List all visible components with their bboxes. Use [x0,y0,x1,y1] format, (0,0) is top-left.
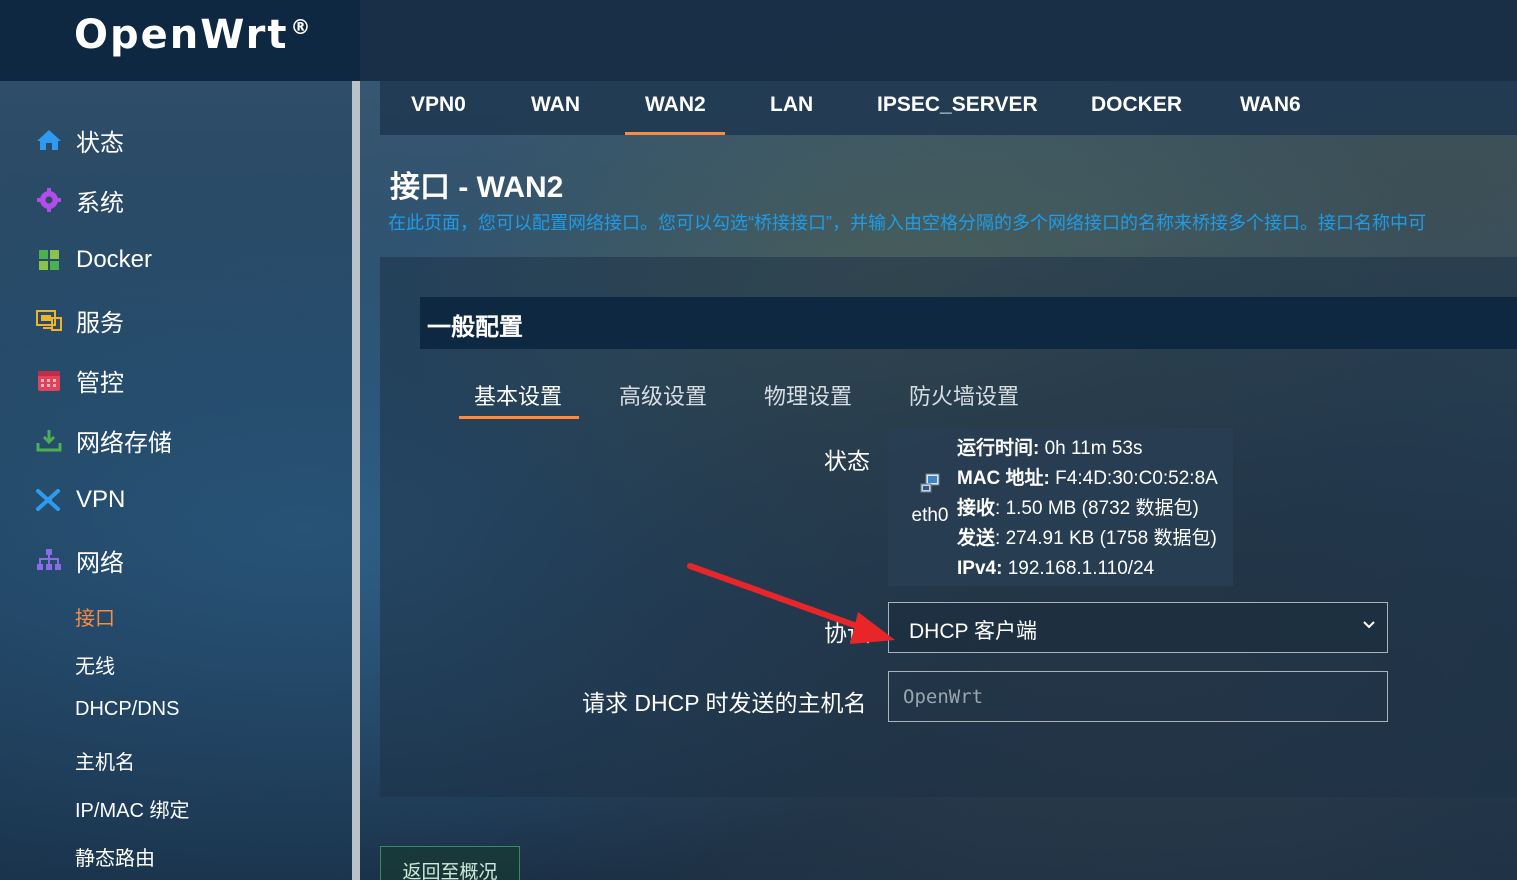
protocol-select[interactable]: DHCP 客户端 [888,602,1388,653]
calendar-icon [36,367,62,393]
sidebar-item-vpn[interactable]: VPN [36,480,125,520]
sidebar-item-status[interactable]: 状态 [36,120,124,160]
subtab-basic[interactable]: 基本设置 [474,379,562,411]
mac-label: MAC 地址: [957,468,1050,489]
sidebar-item-control[interactable]: 管控 [36,360,124,400]
network-icon [36,547,62,573]
rx-value: : 1.50 MB (8732 数据包) [995,498,1199,519]
active-subtab-indicator [459,416,579,419]
status-uptime: 运行时间: 0h 11m 53s [957,434,1218,464]
sidebar-subitem-hostnames[interactable]: 主机名 [75,746,135,775]
chevron-down-icon [1361,617,1377,638]
sidebar-subitem-ip-mac-binding[interactable]: IP/MAC 绑定 [75,794,189,823]
active-tab-indicator [625,132,725,135]
tab-ipsec-server[interactable]: IPSEC_SERVER [877,93,1038,117]
download-icon [36,427,62,453]
sidebar-subitem-wireless[interactable]: 无线 [75,650,115,679]
logo-text: OpenWrt [74,12,289,58]
page-title: 接口 - WAN2 [390,171,564,204]
status-ipv4: IPv4: 192.168.1.110/24 [957,554,1218,584]
home-icon [36,127,62,153]
tab-wan6[interactable]: WAN6 [1240,93,1301,117]
sidebar-scrollbar[interactable] [352,81,360,880]
sidebar-subitem-interfaces[interactable]: 接口 [75,602,115,631]
logo[interactable]: OpenWrt ® [74,12,313,58]
gear-icon [36,187,62,213]
subtab-firewall[interactable]: 防火墙设置 [909,379,1019,411]
back-to-overview-button[interactable]: 返回至概况 [380,846,520,880]
status-tx: 发送: 274.91 KB (1758 数据包) [957,524,1218,554]
grid-icon [36,247,62,273]
sidebar-subitem-dhcp-dns[interactable]: DHCP/DNS [75,698,179,721]
sidebar-item-label: Docker [76,246,153,273]
section-title: 一般配置 [427,314,523,341]
plane-icon [36,487,62,513]
protocol-label: 协议 [824,620,870,646]
tab-wan[interactable]: WAN [531,93,580,117]
ipv4-value: 192.168.1.110/24 [1002,558,1155,579]
subtab-physical[interactable]: 物理设置 [764,379,852,411]
tx-value: : 274.91 KB (1758 数据包) [995,528,1217,549]
page-description: 在此页面，您可以配置网络接口。您可以勾选“桥接接口”，并输入由空格分隔的多个网络… [388,213,1426,233]
registered-mark: ® [290,14,313,39]
hostname-input[interactable] [888,671,1388,722]
section-header [420,297,1517,349]
top-bar [360,0,1517,81]
tab-wan2[interactable]: WAN2 [645,93,706,117]
tab-lan[interactable]: LAN [770,93,813,117]
sidebar-item-label: 服务 [76,309,124,337]
status-mac: MAC 地址: F4:4D:30:C0:52:8A [957,464,1218,494]
interface-name: eth0 [911,505,949,526]
rx-label: 接收 [957,498,996,519]
tab-vpn0[interactable]: VPN0 [411,93,466,117]
uptime-label: 运行时间: [957,438,1040,459]
sidebar-subitem-static-routes[interactable]: 静态路由 [75,842,155,871]
sidebar-item-label: VPN [76,486,126,513]
sidebar-item-label: 网络 [76,549,124,577]
status-details: 运行时间: 0h 11m 53s MAC 地址: F4:4D:30:C0:52:… [957,434,1218,584]
tx-label: 发送 [957,528,996,549]
ipv4-label: IPv4: [957,558,1003,579]
sidebar-item-label: 状态 [76,129,124,157]
mac-value: F4:4D:30:C0:52:8A [1049,468,1218,489]
sidebar-item-label: 网络存储 [76,429,172,457]
sidebar-item-label: 系统 [76,189,124,217]
sidebar-item-nas[interactable]: 网络存储 [36,420,172,460]
sidebar-item-network[interactable]: 网络 [36,540,124,580]
interface-badge: eth0 [908,472,952,527]
ethernet-icon [919,473,941,498]
protocol-select-value: DHCP 客户端 [909,620,1037,643]
tab-docker[interactable]: DOCKER [1091,93,1182,117]
sidebar-item-label: 管控 [76,369,124,397]
monitor-icon [36,307,62,333]
subtab-advanced[interactable]: 高级设置 [619,379,707,411]
status-label: 状态 [824,448,870,474]
hostname-label: 请求 DHCP 时发送的主机名 [582,690,867,716]
sidebar-item-system[interactable]: 系统 [36,180,124,220]
status-rx: 接收: 1.50 MB (8732 数据包) [957,494,1218,524]
logo-bar: OpenWrt ® [0,0,360,81]
sidebar-item-services[interactable]: 服务 [36,300,124,340]
uptime-value: 0h 11m 53s [1039,438,1143,459]
sidebar-item-docker[interactable]: Docker [36,240,152,280]
